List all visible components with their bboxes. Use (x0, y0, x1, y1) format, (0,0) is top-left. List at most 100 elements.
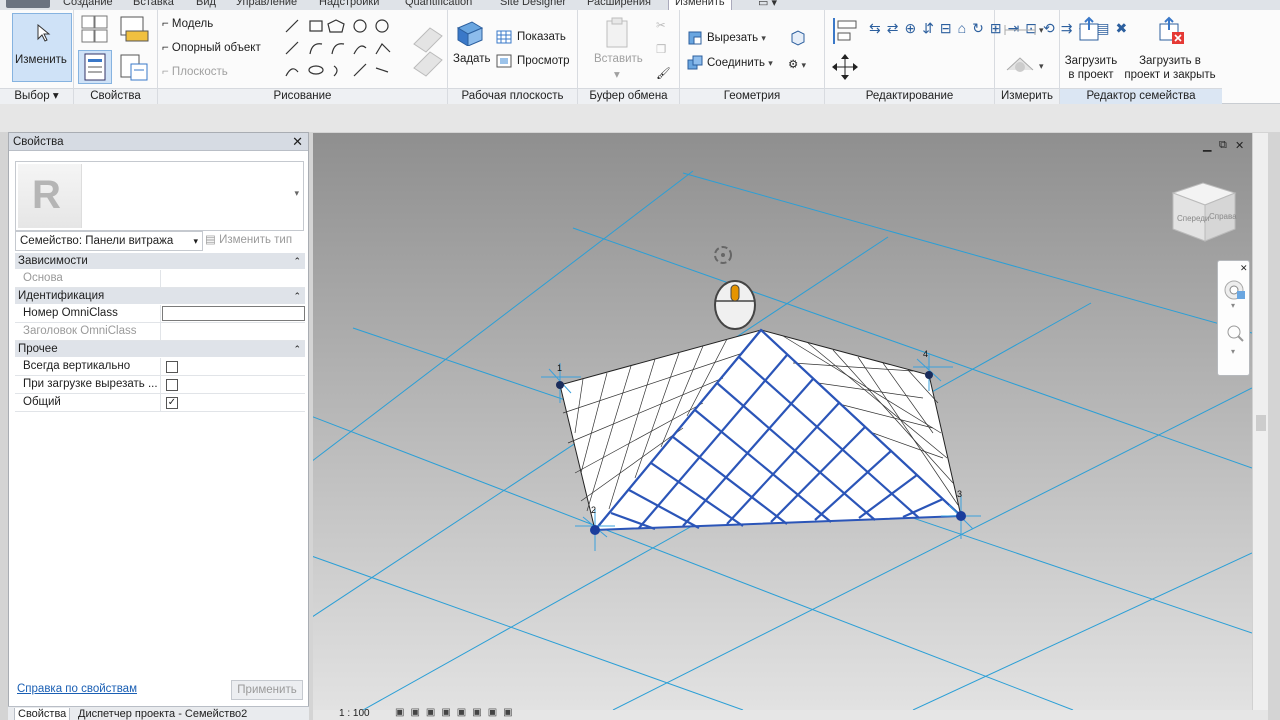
viewcube[interactable]: Спереди Справа (1171, 182, 1237, 242)
tab-extensions[interactable]: Расширения (587, 0, 651, 8)
edit-type-button[interactable]: ▤ Изменить тип (201, 231, 305, 251)
always-vertical-checkbox[interactable] (166, 361, 178, 373)
apply-button[interactable]: Применить (231, 680, 303, 700)
split-face-icon[interactable]: ⚙ ▾ (788, 57, 806, 71)
measure-panel: ▾ ▾ Измерить (995, 10, 1060, 104)
copy-clipboard-icon[interactable]: ❐ (656, 42, 666, 56)
type-properties-icon[interactable] (118, 52, 150, 82)
tab-modify[interactable]: Изменить (668, 0, 732, 10)
draw-model-button[interactable]: ⌐ Модель (162, 18, 213, 30)
set-workplane-button[interactable]: Задать (453, 53, 490, 65)
point-label-2: 2 (591, 505, 596, 515)
measure-icon[interactable] (1003, 20, 1037, 40)
type-selector-dropdown-icon[interactable]: ▾ (294, 188, 299, 199)
paste-dropdown-icon[interactable]: ▾ (614, 67, 620, 81)
property-name: Номер OmniClass (15, 305, 161, 322)
draw-panel: ⌐ Модель ⌐ Опорный объект ⌐ Плоскость Ри… (158, 10, 448, 104)
model-canvas[interactable]: 1 2 3 4 Спереди Справа (313, 133, 1252, 710)
workplane-viewer-button[interactable]: Просмотр (517, 55, 570, 67)
properties-help-link[interactable]: Справка по свойствам (17, 683, 137, 695)
shared-checkbox[interactable]: ✓ (166, 397, 178, 409)
vertical-scrollbar[interactable] (1252, 133, 1268, 710)
dimension-icon[interactable] (1003, 54, 1037, 76)
property-value-omniclass-title (161, 323, 305, 340)
viewcube-right-label: Справа (1209, 212, 1237, 221)
cut-geometry-icon (688, 31, 702, 45)
modify-button[interactable]: Изменить (12, 13, 72, 82)
join-geometry-button[interactable]: Соединить ▾ (707, 57, 773, 69)
omniclass-number-input[interactable] (162, 306, 305, 321)
property-row-always-vertical: Всегда вертикально (15, 358, 305, 376)
application-menu-button[interactable] (6, 0, 50, 8)
tab-addins[interactable]: Надстройки (319, 0, 379, 8)
type-selector[interactable]: R ▾ (15, 161, 304, 231)
reference-lines-icon[interactable] (410, 24, 444, 80)
view-scale[interactable]: 1 : 100 (339, 708, 370, 719)
chevron-down-icon[interactable]: ▾ (1231, 301, 1235, 310)
curtain-panel-pyramid[interactable] (559, 328, 964, 532)
family-category-icon[interactable] (118, 14, 150, 44)
draw-reference-button[interactable]: ⌐ Опорный объект (162, 42, 261, 54)
draw-panel-title: Рисование (158, 88, 447, 104)
edit-panel-title: Редактирование (825, 88, 994, 104)
property-name: Общий (15, 394, 161, 411)
select-panel-title[interactable]: Выбор ▾ (0, 88, 73, 104)
tab-view[interactable]: Вид (196, 0, 216, 8)
align-icon[interactable] (830, 16, 860, 46)
family-filter-dropdown[interactable]: Семейство: Панели витража ▾ (15, 231, 203, 251)
properties-toggle-button[interactable] (78, 50, 112, 84)
properties-palette: Свойства ✕ R ▾ Семейство: Панели витража… (8, 132, 309, 720)
tab-properties[interactable]: Свойства (14, 708, 71, 720)
group-other[interactable]: Прочее ⌃ (15, 341, 305, 358)
dimension-dropdown-icon[interactable]: ▾ (1039, 60, 1044, 72)
load-into-project-button[interactable]: Загрузить в проект (1062, 14, 1118, 86)
wall-joins-icon[interactable] (790, 30, 806, 46)
cut-with-voids-checkbox[interactable] (166, 379, 178, 391)
properties-header: Свойства ✕ (9, 133, 308, 151)
paste-button[interactable]: Вставить (594, 53, 643, 65)
properties-icon (84, 53, 106, 81)
load-into-project-icon (1079, 16, 1099, 41)
close-icon[interactable]: ✕ (292, 133, 303, 151)
close-navbar-icon[interactable]: ✕ (1240, 263, 1248, 274)
load-close-button[interactable]: Загрузить в проект и закрыть (1120, 14, 1220, 86)
move-icon[interactable] (830, 52, 860, 82)
set-workplane-icon (456, 21, 484, 46)
view-control-icons[interactable]: ▣▣▣▣▣▣▣▣ (395, 707, 519, 718)
tab-insert[interactable]: Вставка (133, 0, 174, 8)
minimize-view-icon[interactable]: ▁ (1203, 139, 1211, 152)
chevron-down-icon[interactable]: ▾ (1231, 347, 1235, 356)
3d-viewport[interactable]: 1 2 3 4 Спереди Справа ▁ ⧉ ✕ (313, 133, 1252, 710)
ribbon-options-icon[interactable]: ▭ ▾ (758, 0, 777, 9)
restore-view-icon[interactable]: ⧉ (1219, 139, 1227, 152)
group-identity[interactable]: Идентификация ⌃ (15, 288, 305, 305)
family-types-icon[interactable] (80, 14, 110, 44)
edit-tools-grid[interactable]: ⇆⇄⊕⇵⊟⌂↻⊞⇥⊡⟲⇉⇥▤✖ (869, 16, 1127, 40)
revit-logo-icon: R (32, 173, 61, 217)
cut-geometry-button[interactable]: Вырезать ▾ (707, 32, 766, 44)
tab-create[interactable]: Создание (63, 0, 113, 8)
point-label-1: 1 (557, 363, 562, 373)
ribbon-empty-area (1222, 10, 1280, 104)
show-workplane-button[interactable]: Показать (517, 31, 566, 43)
tab-project-browser[interactable]: Диспетчер проекта - Семейство2 (78, 708, 247, 720)
match-properties-icon[interactable]: 🖌 (656, 66, 671, 80)
group-constraints[interactable]: Зависимости ⌃ (15, 253, 305, 270)
scrollbar-thumb[interactable] (1256, 415, 1266, 431)
tab-manage[interactable]: Управление (236, 0, 297, 8)
tab-quantification[interactable]: Quantification (405, 0, 472, 8)
steering-wheel-icon[interactable] (1223, 279, 1247, 301)
point-label-4: 4 (923, 349, 928, 359)
property-row-omniclass-title: Заголовок OmniClass (15, 323, 305, 341)
options-bar (0, 104, 1280, 132)
draw-tools-gallery[interactable] (282, 16, 402, 82)
select-panel: Изменить Выбор ▾ (0, 10, 74, 104)
zoom-icon[interactable] (1225, 323, 1245, 343)
measure-dropdown-icon[interactable]: ▾ (1039, 24, 1044, 36)
draw-plane-button[interactable]: ⌐ Плоскость (162, 66, 228, 78)
cut-clipboard-icon[interactable]: ✂ (656, 18, 666, 32)
tab-site-designer[interactable]: Site Designer (500, 0, 566, 8)
cursor-arrow-icon (37, 24, 51, 42)
close-view-icon[interactable]: ✕ (1235, 139, 1244, 152)
group-other-label: Прочее (18, 343, 58, 355)
